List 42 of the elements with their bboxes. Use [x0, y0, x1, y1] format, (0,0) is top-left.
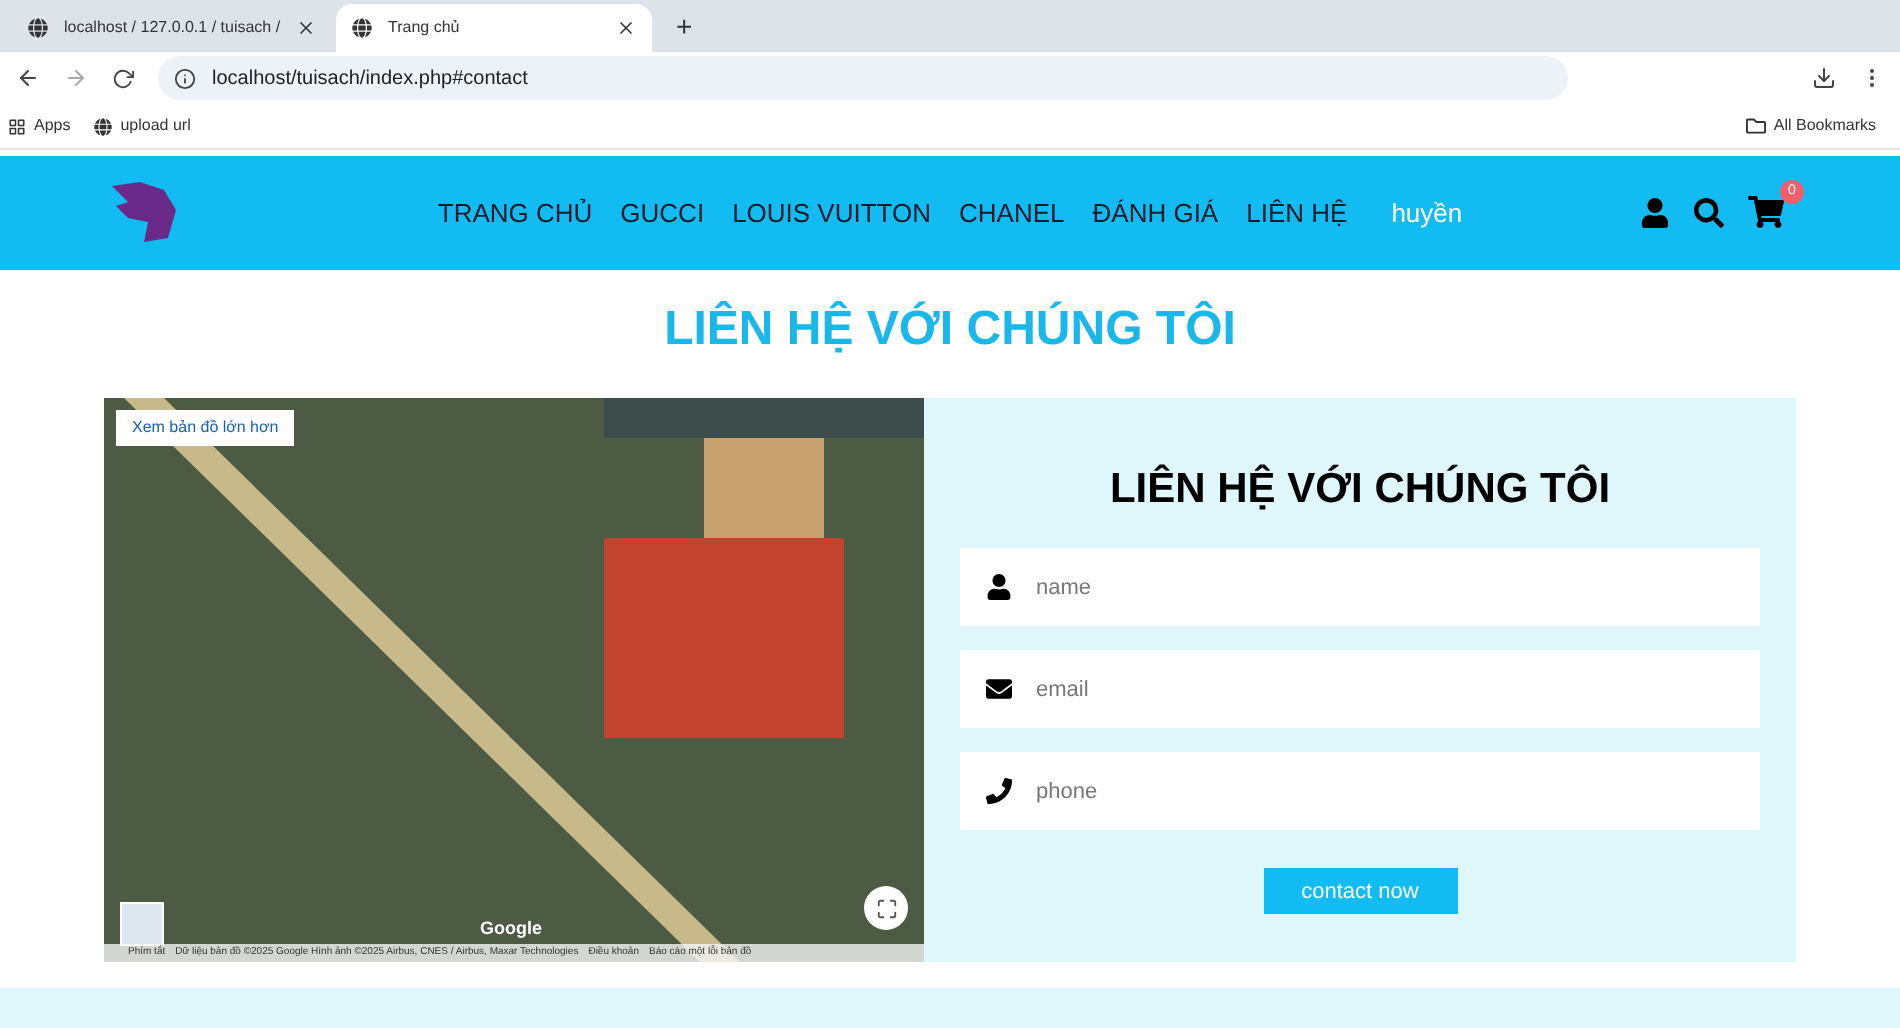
search-icon[interactable]	[1694, 197, 1724, 228]
cart-icon[interactable]	[1748, 194, 1784, 231]
input-field[interactable]: phone	[960, 752, 1760, 831]
download-icon[interactable]	[1812, 66, 1836, 91]
grid-icon	[8, 117, 26, 136]
form-heading: LIÊN HỆ VỚI CHÚNG TÔI	[1109, 462, 1611, 516]
nav-link[interactable]: CHANEL	[959, 193, 1065, 233]
phone-icon	[986, 778, 1012, 805]
account-icon[interactable]	[1640, 197, 1670, 228]
close-icon[interactable]	[296, 17, 317, 38]
reload-icon[interactable]	[112, 67, 134, 90]
folder-icon	[1745, 116, 1766, 137]
bookmark[interactable]: upload url	[94, 114, 191, 139]
bookmark[interactable]: Apps	[8, 114, 71, 139]
nav-link[interactable]: TRANG CHỦ	[437, 193, 593, 233]
close-icon[interactable]	[616, 17, 636, 38]
larger-map-link[interactable]: Xem bản đồ lớn hơn	[116, 409, 295, 446]
address-bar[interactable]: localhost/tuisach/index.php#contact	[158, 56, 1568, 101]
tab-title: localhost / 127.0.0.1 / tuisach /	[64, 15, 281, 40]
page-heading: LIÊN HỆ VỚI CHÚNG TÔI	[662, 299, 1238, 361]
nav-link[interactable]: LIÊN HỆ	[1246, 193, 1348, 233]
mail-icon	[986, 676, 1012, 703]
new-tab-button[interactable]: +	[660, 3, 709, 52]
street-view-thumbnail[interactable]	[120, 902, 164, 947]
info-icon	[174, 67, 196, 90]
input-field[interactable]: email	[960, 650, 1760, 729]
person-icon	[986, 574, 1012, 601]
url-text: localhost/tuisach/index.php#contact	[212, 65, 528, 94]
nav-link[interactable]: LOUIS VUITTON	[732, 193, 932, 233]
browser-tab[interactable]: localhost / 127.0.0.1 / tuisach /	[12, 3, 328, 52]
globe-icon	[352, 17, 372, 38]
input-field[interactable]: name	[960, 548, 1760, 627]
tab-title: Trang chủ	[388, 15, 462, 40]
back-icon[interactable]	[16, 66, 40, 91]
expand-icon	[875, 897, 897, 920]
map-logo: Google	[480, 915, 542, 942]
globe-icon	[94, 117, 113, 136]
browser-tab[interactable]: Trang chủ	[336, 3, 652, 52]
all-bookmarks[interactable]: All Bookmarks	[1745, 114, 1892, 139]
globe-icon	[28, 17, 48, 38]
nav-link[interactable]: GUCCI	[620, 193, 705, 233]
nav-link[interactable]: ĐÁNH GIÁ	[1092, 193, 1219, 233]
